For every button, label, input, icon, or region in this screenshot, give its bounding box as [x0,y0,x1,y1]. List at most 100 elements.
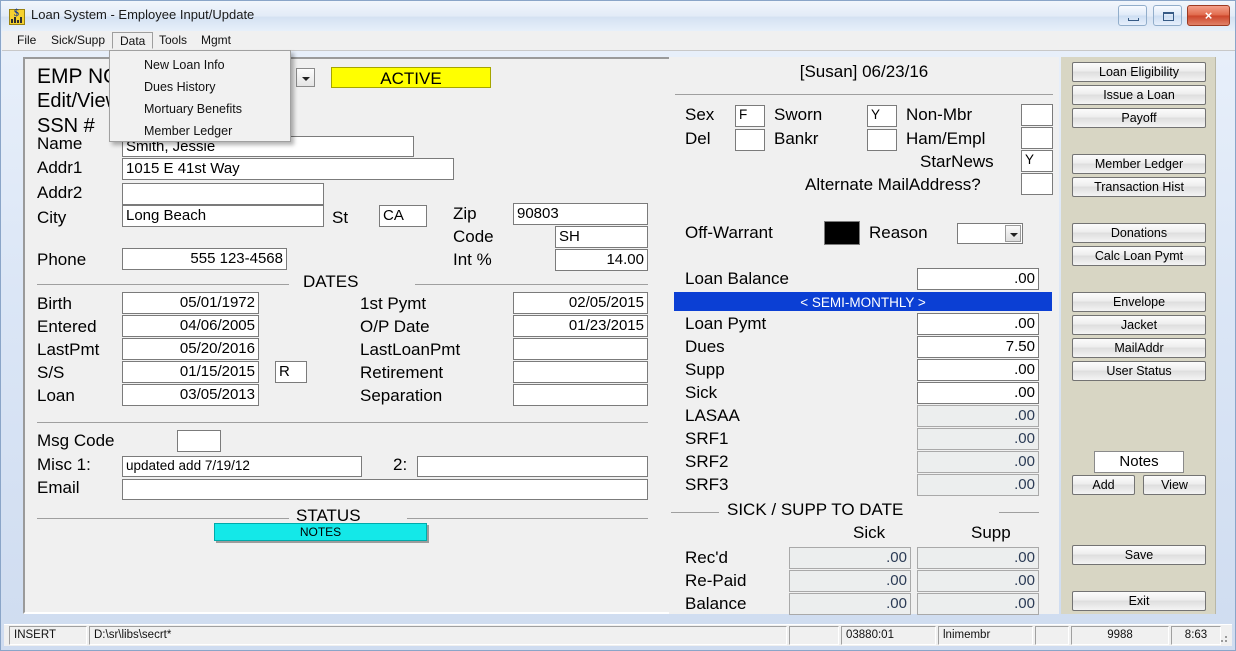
edit-view-label: Edit/View [37,90,120,113]
notes-view-button[interactable]: View [1143,475,1206,495]
resize-grip-icon[interactable] [1216,631,1228,643]
notes-status-banner[interactable]: NOTES [214,523,427,541]
msg-code-field[interactable] [177,430,221,452]
balance-supp-field: .00 [917,593,1039,615]
lastloanpmt-field[interactable] [513,338,648,360]
lastpmt-label: LastPmt [37,340,99,360]
window-title: Loan System - Employee Input/Update [31,7,254,22]
frequency-selector[interactable]: < SEMI-MONTHLY > [674,292,1052,311]
user-status-button[interactable]: User Status [1072,361,1206,381]
reason-label: Reason [869,223,928,243]
alternate-mail-label: Alternate MailAddress? [805,175,981,195]
addr2-field[interactable] [122,183,324,205]
payoff-button[interactable]: Payoff [1072,108,1206,128]
menu-item-file[interactable]: File [10,32,43,49]
mailaddr-button[interactable]: MailAddr [1072,338,1206,358]
supp-column-header: Supp [971,523,1011,543]
separation-label: Separation [360,386,442,406]
menu-option-mortuary-benefits[interactable]: Mortuary Benefits [111,98,291,120]
sick-supp-rule-right [999,512,1039,513]
first-pymt-field[interactable]: 02/05/2015 [513,292,648,314]
status-position: 8:63 [1171,626,1221,645]
supp-field[interactable]: .00 [917,359,1039,381]
ss-field[interactable]: 01/15/2015 [122,361,259,383]
misc1-field[interactable]: updated add 7/19/12 [122,456,362,477]
reason-dropdown[interactable] [957,223,1023,244]
menu-option-dues-history[interactable]: Dues History [111,76,291,98]
misc2-field[interactable] [417,456,648,477]
state-field[interactable]: CA [379,205,427,227]
first-pymt-label: 1st Pymt [360,294,426,314]
window-controls: × [1117,5,1230,27]
bankr-field[interactable] [867,129,897,151]
envelope-button[interactable]: Envelope [1072,292,1206,312]
close-button[interactable]: × [1187,5,1230,26]
srf1-label: SRF1 [685,429,728,449]
retirement-field[interactable] [513,361,648,383]
lasaa-field: .00 [917,405,1039,427]
loan-pymt-field[interactable]: .00 [917,313,1039,335]
lastloanpmt-label: LastLoanPmt [360,340,460,360]
non-mbr-field[interactable] [1021,104,1053,126]
non-mbr-label: Non-Mbr [906,105,972,125]
zip-label: Zip [453,204,477,224]
status-blank2 [1035,626,1069,645]
phone-field[interactable]: 555 123-4568 [122,248,287,270]
balance-sick-field: .00 [789,593,911,615]
off-warrant-indicator[interactable] [824,221,860,245]
sick-field[interactable]: .00 [917,382,1039,404]
status-blank1 [789,626,839,645]
sex-label: Sex [685,105,714,125]
maximize-button[interactable] [1153,5,1182,26]
menu-item-tools[interactable]: Tools [152,32,194,49]
city-field[interactable]: Long Beach [122,205,324,227]
loan-field[interactable]: 03/05/2013 [122,384,259,406]
int-pct-field[interactable]: 14.00 [555,249,648,271]
code-label: Code [453,227,494,247]
entered-label: Entered [37,317,97,337]
menu-item-data[interactable]: Data [112,32,153,49]
menu-option-new-loan-info[interactable]: New Loan Info [111,54,291,76]
entered-field[interactable]: 04/06/2005 [122,315,259,337]
transaction-hist-button[interactable]: Transaction Hist [1072,177,1206,197]
loan-eligibility-button[interactable]: Loan Eligibility [1072,62,1206,82]
member-ledger-button[interactable]: Member Ledger [1072,154,1206,174]
issue-a-loan-button[interactable]: Issue a Loan [1072,85,1206,105]
member-flags-panel: [Susan] 06/23/16 Sex F Del Sworn Y Bankr… [669,57,1059,614]
minimize-button[interactable] [1118,5,1147,26]
addr1-field[interactable]: 1015 E 41st Way [122,158,454,180]
money-chart-icon: $ [9,9,25,25]
loan-balance-label: Loan Balance [685,269,789,289]
jacket-button[interactable]: Jacket [1072,315,1206,335]
menu-option-member-ledger[interactable]: Member Ledger [111,120,291,142]
birth-field[interactable]: 05/01/1972 [122,292,259,314]
dues-field[interactable]: 7.50 [917,336,1039,358]
notes-add-button[interactable]: Add [1072,475,1135,495]
emp-no-dropdown-arrow[interactable] [296,68,315,87]
del-field[interactable] [735,129,765,151]
bankr-label: Bankr [774,129,818,149]
email-field[interactable] [122,479,648,500]
alternate-mail-field[interactable] [1021,173,1053,195]
separation-field[interactable] [513,384,648,406]
chevron-down-icon [1005,225,1021,242]
menu-item-sick-supp[interactable]: Sick/Supp [44,32,112,49]
op-date-field[interactable]: 01/23/2015 [513,315,648,337]
code-field[interactable]: SH [555,226,648,248]
action-button-panel: Loan Eligibility Issue a Loan Payoff Mem… [1061,57,1216,614]
exit-button[interactable]: Exit [1072,591,1206,611]
lastpmt-field[interactable]: 05/20/2016 [122,338,259,360]
loan-balance-field[interactable]: .00 [917,268,1039,290]
close-icon: × [1188,6,1229,25]
ham-empl-field[interactable] [1021,127,1053,149]
calc-loan-pymt-button[interactable]: Calc Loan Pymt [1072,246,1206,266]
donations-button[interactable]: Donations [1072,223,1206,243]
misc2-label: 2: [393,455,407,475]
save-button[interactable]: Save [1072,545,1206,565]
starnews-field[interactable]: Y [1021,150,1053,172]
sex-field[interactable]: F [735,105,765,127]
menu-item-mgmt[interactable]: Mgmt [194,32,238,49]
zip-field[interactable]: 90803 [513,203,648,225]
ss-code-field[interactable]: R [275,361,307,383]
sworn-field[interactable]: Y [867,105,897,127]
